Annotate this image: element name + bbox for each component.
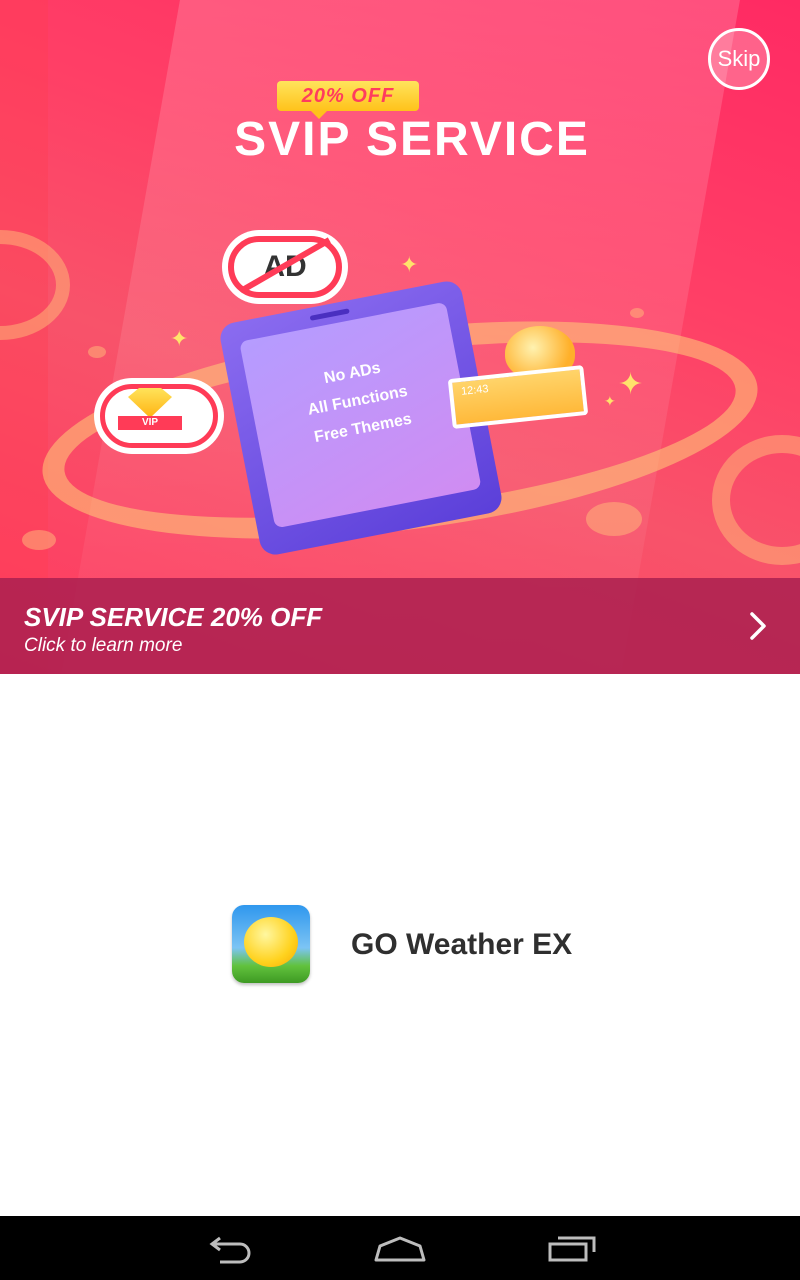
back-icon[interactable]: [200, 1230, 260, 1266]
phone-screen: No ADs All Functions Free Themes: [239, 301, 482, 529]
sparkle-icon: ✦: [604, 393, 616, 409]
caption-subtitle: Click to learn more: [24, 635, 183, 656]
vip-badge: VIP: [94, 378, 224, 454]
no-ads-badge: AD: [222, 230, 348, 304]
home-icon[interactable]: [370, 1230, 430, 1266]
svip-promo-banner[interactable]: 20% OFF SVIP SERVICE ✦ ✦ ✦ ✦ AD VIP No A…: [0, 0, 800, 674]
bubble-decoration: [630, 308, 644, 318]
chevron-right-icon[interactable]: [744, 610, 772, 642]
discount-tag: 20% OFF: [277, 81, 419, 119]
sparkle-icon: ✦: [400, 252, 419, 277]
sun-icon: [244, 917, 298, 967]
ring-decoration: [712, 435, 800, 565]
go-weather-app-icon: [232, 905, 310, 983]
banner-headline: SVIP SERVICE: [234, 113, 590, 166]
bubble-decoration: [88, 346, 106, 358]
bubble-decoration: [22, 530, 56, 550]
skip-button[interactable]: Skip: [708, 28, 770, 90]
banner-caption[interactable]: SVIP SERVICE 20% OFF Click to learn more: [0, 578, 800, 674]
bubble-decoration: [586, 502, 642, 536]
ring-decoration: [0, 230, 70, 340]
app-name: GO Weather EX: [351, 928, 573, 961]
recents-icon[interactable]: [542, 1230, 602, 1266]
weather-card-time: 12:43: [460, 383, 490, 398]
vip-ribbon: VIP: [118, 416, 182, 430]
sparkle-icon: ✦: [170, 326, 189, 351]
system-navigation-bar: [0, 1216, 800, 1280]
caption-title: SVIP SERVICE 20% OFF: [24, 602, 323, 632]
sparkle-icon: ✦: [618, 368, 644, 401]
